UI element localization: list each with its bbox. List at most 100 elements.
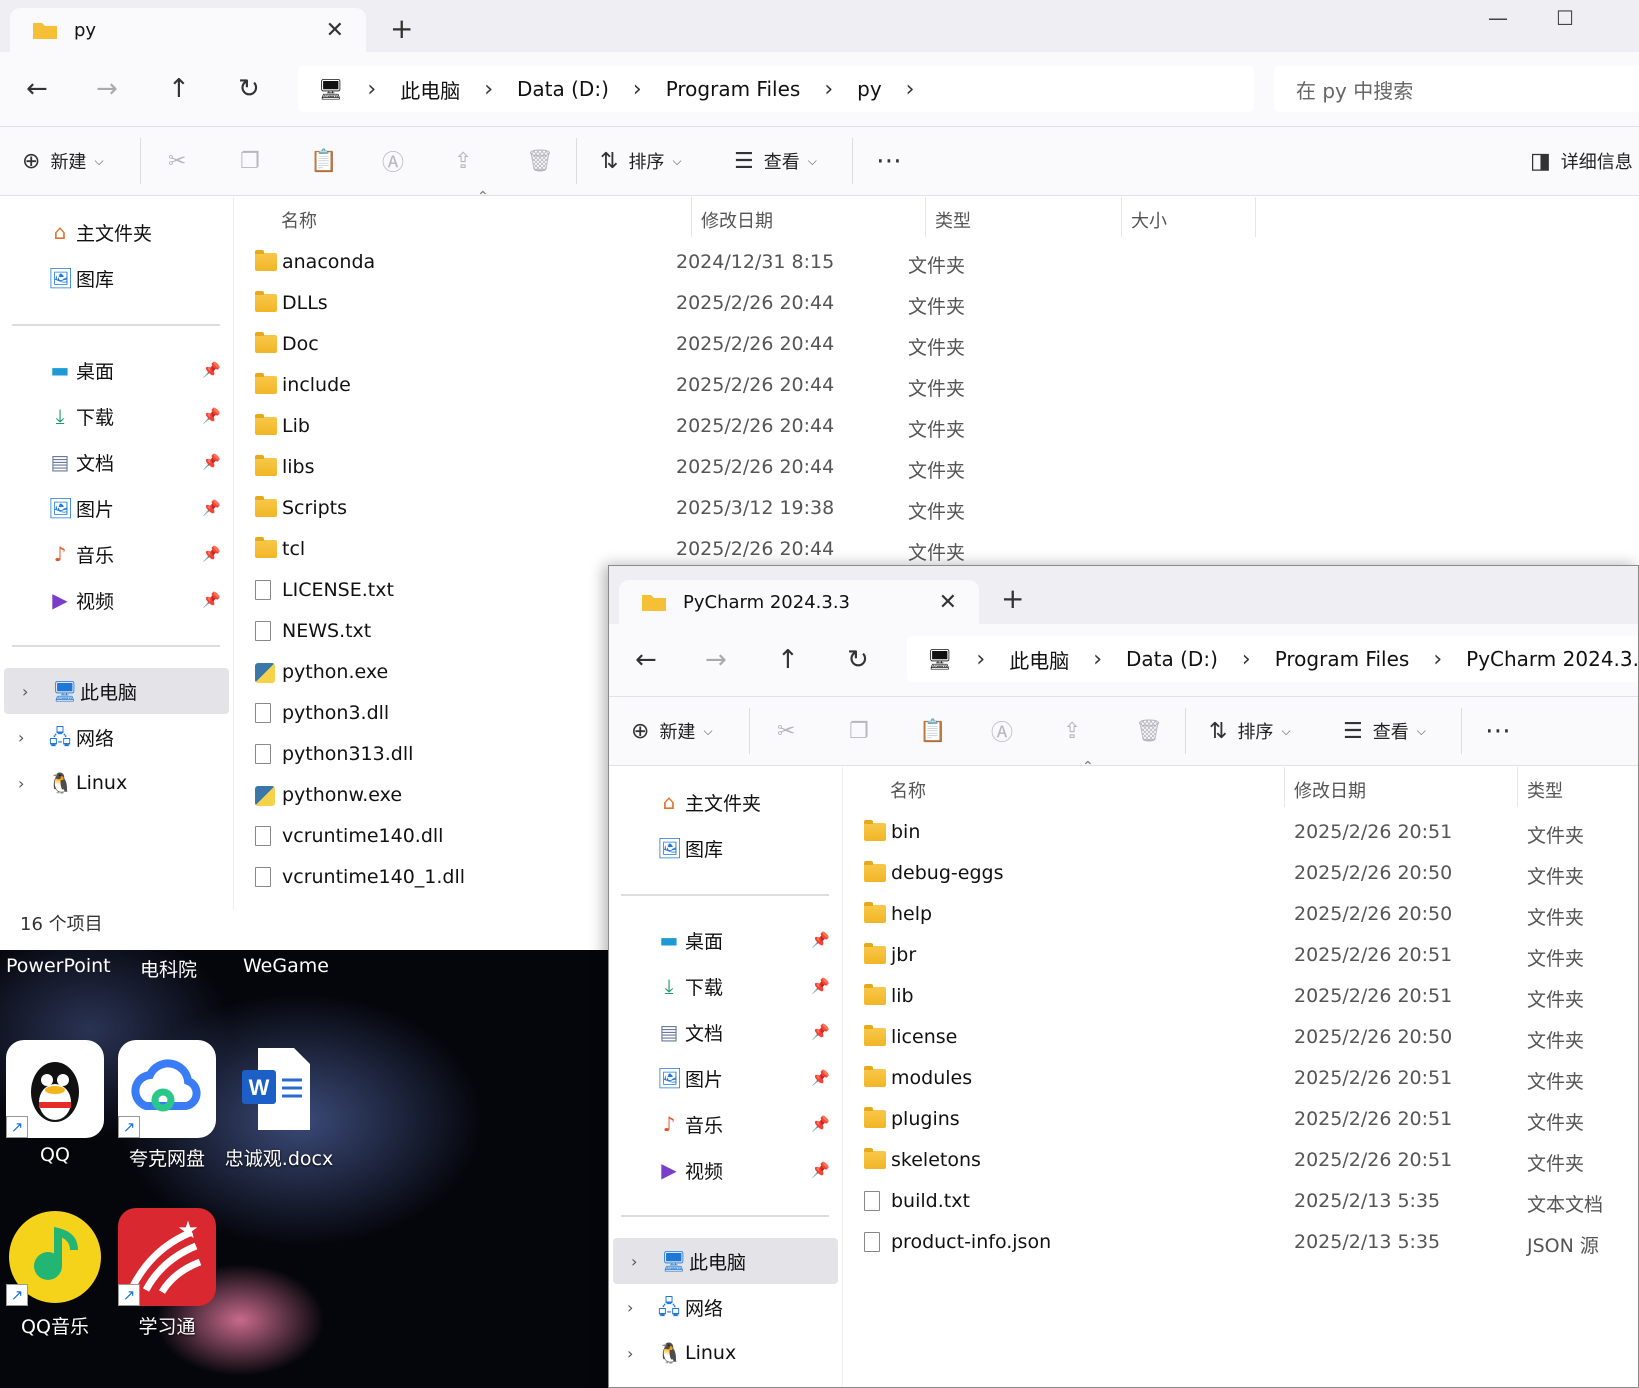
sidebar-item-network[interactable]: › 🖧 网络	[609, 1284, 842, 1330]
table-row[interactable]: help 2025/2/26 20:50 文件夹	[844, 895, 1638, 936]
desktop-icon-dianke[interactable]: 电科院	[140, 955, 197, 982]
table-row[interactable]: jbr 2025/2/26 20:51 文件夹	[844, 936, 1638, 977]
up-icon[interactable]: ↑	[168, 74, 190, 104]
maximize-icon[interactable]: ☐	[1556, 6, 1574, 30]
new-tab-icon[interactable]: +	[390, 12, 413, 45]
sidebar-item-desktop[interactable]: ▬ 桌面 📌	[609, 917, 842, 963]
sidebar-item-gallery[interactable]: 🖼 图库	[0, 255, 233, 301]
address-bar[interactable]: 🖥 › 此电脑 › Data (D:) › Program Files › py…	[298, 66, 1254, 112]
view-button[interactable]: ☰ 查看 ⌵	[1343, 718, 1426, 744]
sidebar-item-gallery[interactable]: 🖼 图库	[609, 825, 842, 871]
rename-button[interactable]: Ⓐ	[991, 715, 1023, 747]
chevron-right-icon[interactable]: ›	[18, 728, 24, 747]
sidebar-item-pictures[interactable]: 🖼 图片 📌	[0, 485, 233, 531]
table-row[interactable]: build.txt 2025/2/13 5:35 文本文档	[844, 1182, 1638, 1223]
share-button[interactable]: ⇪	[454, 149, 482, 174]
table-row[interactable]: skeletons 2025/2/26 20:51 文件夹	[844, 1141, 1638, 1182]
forward-icon[interactable]: →	[96, 74, 118, 104]
sidebar-item-videos[interactable]: ▶ 视频 📌	[609, 1147, 842, 1193]
column-header-type[interactable]: 类型	[935, 207, 971, 233]
breadcrumb-item[interactable]: 此电脑	[1009, 645, 1069, 674]
pin-icon[interactable]: 📌	[811, 1069, 830, 1087]
refresh-icon[interactable]: ↻	[238, 74, 260, 104]
desktop-icon-qqmusic[interactable]: ↗ QQ音乐	[0, 1208, 110, 1339]
close-tab-icon[interactable]: ✕	[326, 18, 344, 43]
table-row[interactable]: license 2025/2/26 20:50 文件夹	[844, 1018, 1638, 1059]
table-row[interactable]: Lib 2025/2/26 20:44 文件夹	[235, 407, 1639, 448]
desktop-icon-qq[interactable]: ↗ QQ	[0, 1040, 110, 1166]
table-row[interactable]: include 2025/2/26 20:44 文件夹	[235, 366, 1639, 407]
address-bar[interactable]: 🖥 › 此电脑 › Data (D:) › Program Files › Py…	[907, 636, 1638, 682]
sidebar-item-linux[interactable]: › 🐧 Linux	[609, 1330, 842, 1376]
breadcrumb-item[interactable]: Data (D:)	[517, 77, 609, 101]
new-button[interactable]: ⊕ 新建 ⌵	[631, 718, 713, 744]
tab-py[interactable]: py ✕	[10, 8, 366, 52]
sidebar-item-downloads[interactable]: ⤓ 下载 📌	[609, 963, 842, 1009]
table-row[interactable]: modules 2025/2/26 20:51 文件夹	[844, 1059, 1638, 1100]
sort-button[interactable]: ⇅ 排序 ⌵	[1209, 718, 1291, 744]
delete-button[interactable]: 🗑	[526, 149, 564, 174]
cut-button[interactable]: ✂	[168, 149, 196, 174]
more-options-button[interactable]: ⋯	[876, 146, 912, 176]
refresh-icon[interactable]: ↻	[847, 645, 869, 675]
sidebar-item-thispc[interactable]: › 🖥 此电脑	[613, 1238, 838, 1284]
sidebar-item-downloads[interactable]: ⤓ 下载 📌	[0, 393, 233, 439]
back-icon[interactable]: ←	[26, 74, 48, 104]
column-divider[interactable]	[1255, 197, 1256, 237]
sidebar-item-network[interactable]: › 🖧 网络	[0, 714, 233, 760]
table-row[interactable]: debug-eggs 2025/2/26 20:50 文件夹	[844, 854, 1638, 895]
table-row[interactable]: lib 2025/2/26 20:51 文件夹	[844, 977, 1638, 1018]
column-header-name[interactable]: 名称	[281, 207, 317, 233]
copy-button[interactable]: ❐	[240, 149, 270, 174]
desktop-icon-quark[interactable]: ↗ 夸克网盘	[112, 1040, 222, 1171]
pin-icon[interactable]: 📌	[202, 545, 221, 563]
column-divider[interactable]	[1517, 767, 1518, 807]
paste-button[interactable]: 📋	[310, 149, 347, 174]
column-divider[interactable]	[1121, 197, 1122, 237]
pin-icon[interactable]: 📌	[811, 1161, 830, 1179]
desktop-icon-wegame[interactable]: WeGame	[243, 955, 329, 977]
desktop-icon-xuexitong[interactable]: ★ ↗ 学习通	[112, 1208, 222, 1339]
more-options-button[interactable]: ⋯	[1485, 716, 1521, 746]
view-button[interactable]: ☰ 查看 ⌵	[734, 148, 817, 174]
desktop-icon-docx[interactable]: W 忠诚观.docx	[224, 1040, 334, 1171]
sidebar-item-documents[interactable]: ▤ 文档 📌	[609, 1009, 842, 1055]
paste-button[interactable]: 📋	[919, 719, 956, 744]
chevron-right-icon[interactable]: ›	[631, 1252, 637, 1271]
close-tab-icon[interactable]: ✕	[939, 590, 957, 615]
column-header-date[interactable]: 修改日期	[1294, 777, 1366, 803]
details-pane-button[interactable]: ◨ 详细信息	[1530, 148, 1633, 174]
chevron-right-icon[interactable]: ›	[18, 774, 24, 793]
sidebar-item-music[interactable]: ♪ 音乐 📌	[0, 531, 233, 577]
table-row[interactable]: Doc 2025/2/26 20:44 文件夹	[235, 325, 1639, 366]
breadcrumb-item[interactable]: 此电脑	[400, 75, 460, 104]
share-button[interactable]: ⇪	[1063, 719, 1091, 744]
breadcrumb-item[interactable]: Program Files	[1275, 647, 1410, 671]
breadcrumb-item[interactable]: PyCharm 2024.3.3	[1466, 647, 1638, 671]
pin-icon[interactable]: 📌	[202, 591, 221, 609]
table-row[interactable]: plugins 2025/2/26 20:51 文件夹	[844, 1100, 1638, 1141]
pin-icon[interactable]: 📌	[202, 361, 221, 379]
delete-button[interactable]: 🗑	[1135, 719, 1173, 744]
sidebar-item-desktop[interactable]: ▬ 桌面 📌	[0, 347, 233, 393]
column-divider[interactable]	[1284, 767, 1285, 807]
sidebar-item-videos[interactable]: ▶ 视频 📌	[0, 577, 233, 623]
pin-icon[interactable]: 📌	[811, 1115, 830, 1133]
pin-icon[interactable]: 📌	[811, 977, 830, 995]
pin-icon[interactable]: 📌	[811, 931, 830, 949]
sidebar-item-home[interactable]: ⌂ 主文件夹	[609, 779, 842, 825]
sidebar-item-pictures[interactable]: 🖼 图片 📌	[609, 1055, 842, 1101]
column-header-date[interactable]: 修改日期	[701, 207, 773, 233]
copy-button[interactable]: ❐	[849, 719, 879, 744]
cut-button[interactable]: ✂	[777, 719, 805, 744]
forward-icon[interactable]: →	[705, 645, 727, 675]
pin-icon[interactable]: 📌	[202, 407, 221, 425]
desktop-icon-powerpoint[interactable]: PowerPoint	[6, 955, 111, 977]
column-divider[interactable]	[691, 197, 692, 237]
minimize-icon[interactable]: —	[1488, 6, 1508, 30]
up-icon[interactable]: ↑	[777, 645, 799, 675]
sidebar-item-thispc[interactable]: › 🖥 此电脑	[4, 668, 229, 714]
column-header-name[interactable]: 名称	[890, 777, 926, 803]
breadcrumb-item[interactable]: Data (D:)	[1126, 647, 1218, 671]
new-button[interactable]: ⊕ 新建 ⌵	[22, 148, 104, 174]
